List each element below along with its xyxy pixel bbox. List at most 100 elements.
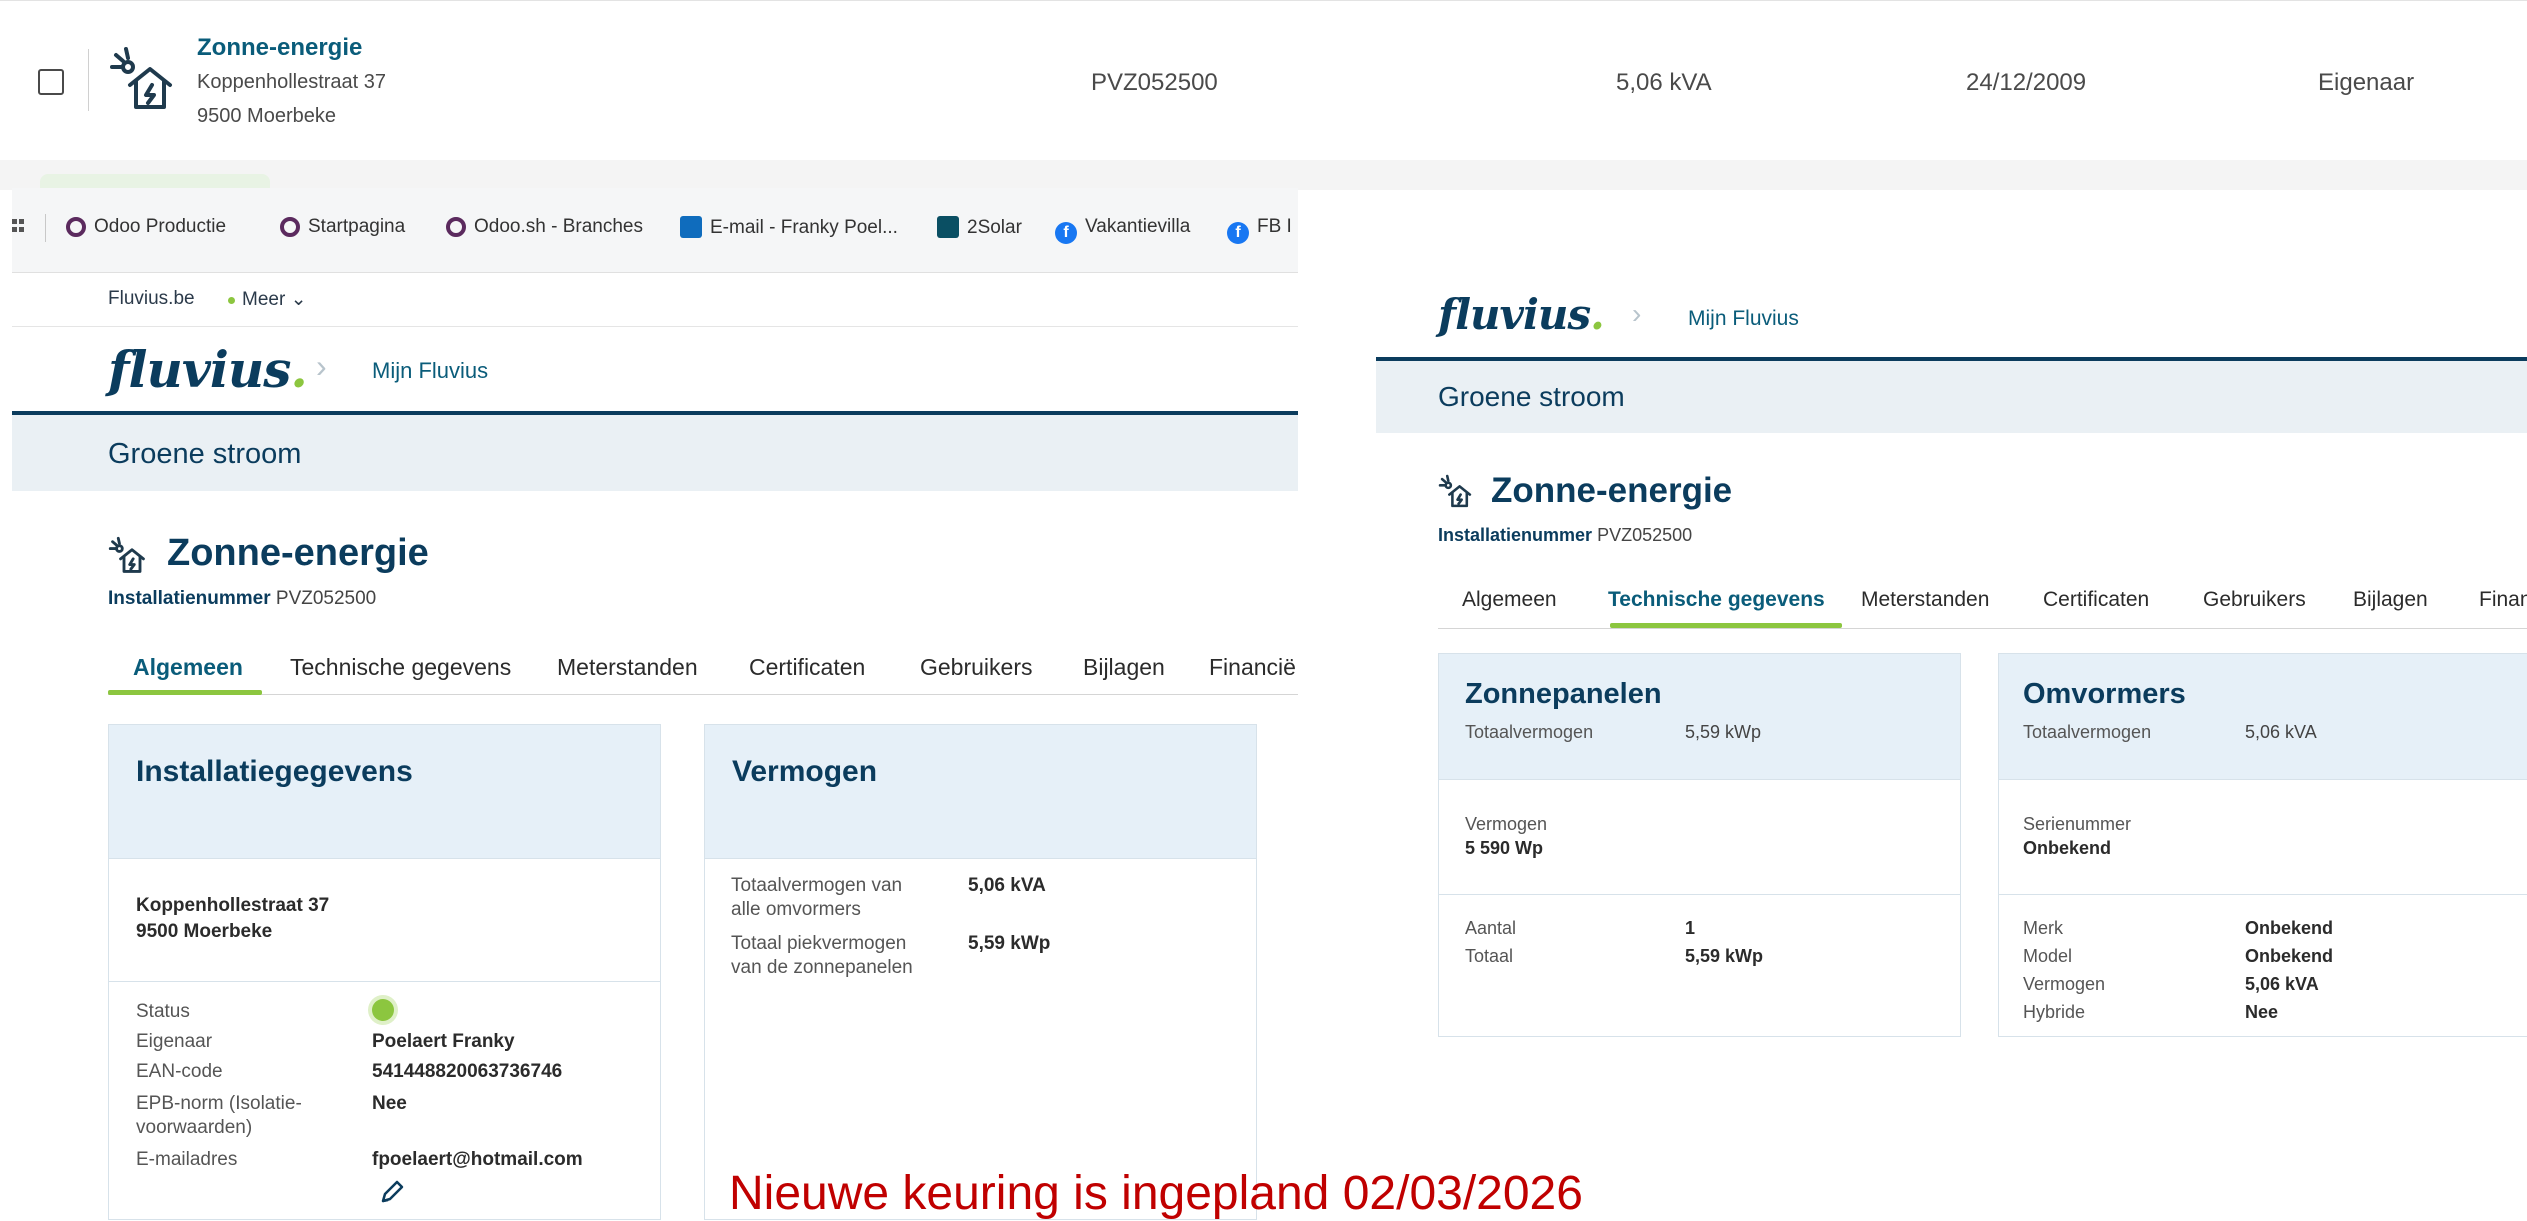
tab-gebruikers[interactable]: Gebruikers [920, 654, 1032, 681]
outlook-icon [680, 216, 702, 238]
tab-technische-gegevens[interactable]: Technische gegevens [1608, 588, 1825, 612]
panels-count-label: Aantal [1465, 918, 1517, 938]
panels-sum-value: 5,59 kWp [1685, 946, 1764, 966]
inverter-power-value: 5,06 kVA [2245, 974, 2319, 994]
epb-label: EPB-norm (Isolatie- [136, 1093, 302, 1114]
bookmark-label: Odoo.sh - Branches [474, 216, 643, 237]
panels-power-label: Vermogen [1465, 814, 1548, 834]
solar-house-icon [1438, 474, 1474, 515]
odoo-icon [280, 217, 300, 237]
bookmark-label: E-mail - Franky Poel... [710, 217, 898, 238]
inverters-total-label: Totaalvermogen [2023, 722, 2152, 742]
browser-strip [0, 160, 2527, 190]
email-label: E-mailadres [136, 1149, 238, 1170]
tab-algemeen[interactable]: Algemeen [133, 654, 243, 681]
facebook-icon: f [1227, 222, 1249, 244]
tab-bijlagen[interactable]: Bijlagen [1083, 654, 1165, 681]
tab-technische-gegevens[interactable]: Technische gegevens [290, 654, 511, 681]
row-installation-number: PVZ052500 [1091, 69, 1218, 96]
tab-meterstanden[interactable]: Meterstanden [1861, 588, 1989, 612]
site-link[interactable]: Fluvius.be [108, 288, 195, 310]
power-total-label: Totaalvermogen van [731, 875, 903, 896]
bookmark-odoo-sh[interactable]: Odoo.sh - Branches [446, 216, 643, 238]
page-title: Zonne-energie [167, 532, 429, 574]
band-title: Groene stroom [108, 438, 302, 470]
bookmark-startpagina[interactable]: Startpagina [280, 216, 405, 238]
card-header [1439, 654, 1960, 780]
hybrid-label: Hybride [2023, 1002, 2086, 1022]
card-divider [109, 981, 660, 982]
ean-value: 541448820063736746 [372, 1061, 563, 1082]
installation-list-row[interactable]: Zonne-energie Koppenhollestraat 37 9500 … [0, 0, 2527, 163]
row-divider [88, 49, 89, 111]
2solar-icon [937, 216, 959, 238]
fluvius-logo[interactable]: fluvius. [1438, 290, 1605, 339]
card-title: Installatiegegevens [136, 755, 413, 788]
hybrid-value: Nee [2245, 1002, 2279, 1022]
breadcrumb-mijn-fluvius[interactable]: Mijn Fluvius [372, 358, 488, 384]
installation-number: Installatienummer PVZ052500 [108, 588, 376, 610]
bookmark-2solar[interactable]: 2Solar [937, 216, 1022, 239]
install-address-line1: Koppenhollestraat 37 [136, 895, 330, 916]
bookmark-email[interactable]: E-mail - Franky Poel... [680, 216, 898, 239]
logo-dot: . [1590, 290, 1605, 339]
bookmarks-bar: Odoo Productie Startpagina Odoo.sh - Bra… [12, 188, 1298, 273]
tab-financien[interactable]: Financië [1209, 654, 1296, 681]
card-title: Zonnepanelen [1465, 678, 1662, 710]
tab-financien[interactable]: Finan [2479, 588, 2527, 612]
serial-value: Onbekend [2023, 838, 2112, 858]
panels-total-value: 5,59 kWp [1685, 722, 1762, 742]
tab-rule [1438, 628, 2527, 629]
fluvius-logo[interactable]: fluvius. [108, 340, 308, 399]
bookmark-label: FB I [1257, 216, 1292, 237]
solar-house-icon [108, 45, 178, 115]
tab-bijlagen[interactable]: Bijlagen [2353, 588, 2428, 612]
tab-certificaten[interactable]: Certificaten [2043, 588, 2149, 612]
active-tab-indicator [108, 690, 262, 695]
card-title: Vermogen [732, 755, 878, 788]
band-title: Groene stroom [1438, 381, 1625, 412]
model-label: Model [2023, 946, 2073, 966]
row-name[interactable]: Zonne-energie [197, 34, 362, 62]
ean-label: EAN-code [136, 1061, 223, 1082]
serial-label: Serienummer [2023, 814, 2132, 834]
row-checkbox[interactable] [38, 69, 64, 95]
bookmark-vakantievilla[interactable]: f Vakantievilla [1055, 216, 1190, 244]
card-header [1999, 654, 2527, 780]
bookmarks-divider [45, 214, 46, 242]
odoo-icon [66, 217, 86, 237]
logo-text: fluvius [108, 340, 291, 399]
logo-dot: . [290, 340, 307, 399]
inspection-note: Nieuwe keuring is ingepland 02/03/2026 [729, 1167, 1583, 1220]
tab-certificaten[interactable]: Certificaten [749, 654, 865, 681]
installation-card: Installatiegegevens Koppenhollestraat 37… [108, 724, 661, 1220]
card-header [109, 725, 660, 859]
more-label: Meer [242, 289, 286, 310]
install-address-line2: 9500 Moerbeke [136, 921, 273, 942]
breadcrumb-mijn-fluvius[interactable]: Mijn Fluvius [1688, 307, 1799, 331]
power-total-value: 5,06 kVA [968, 875, 1046, 896]
bookmark-fb[interactable]: f FB I [1227, 216, 1292, 244]
bookmark-odoo-productie[interactable]: Odoo Productie [66, 216, 226, 238]
edit-pencil-icon[interactable] [379, 1179, 405, 1210]
status-label: Status [136, 1001, 190, 1022]
more-menu[interactable]: Meer ⌄ [242, 288, 307, 311]
left-screenshot: Odoo Productie Startpagina Odoo.sh - Bra… [12, 188, 1298, 1220]
card-header [705, 725, 1256, 859]
peak-power-label-line2: van de zonnepanelen [731, 957, 913, 978]
panels-total-label: Totaalvermogen [1465, 722, 1594, 742]
tab-gebruikers[interactable]: Gebruikers [2203, 588, 2306, 612]
owner-label: Eigenaar [136, 1031, 213, 1052]
row-power: 5,06 kVA [1616, 69, 1712, 96]
row-role: Eigenaar [2318, 69, 2415, 96]
status-indicator [372, 999, 394, 1021]
solar-house-icon [108, 536, 148, 581]
panels-count-value: 1 [1685, 918, 1696, 938]
brand-label: Merk [2023, 918, 2063, 938]
active-tab-indicator [1610, 623, 1842, 628]
tab-meterstanden[interactable]: Meterstanden [557, 654, 698, 681]
apps-icon[interactable] [12, 216, 24, 244]
row-date: 24/12/2009 [1966, 69, 2087, 96]
tab-algemeen[interactable]: Algemeen [1462, 588, 1557, 612]
facebook-icon: f [1055, 222, 1077, 244]
